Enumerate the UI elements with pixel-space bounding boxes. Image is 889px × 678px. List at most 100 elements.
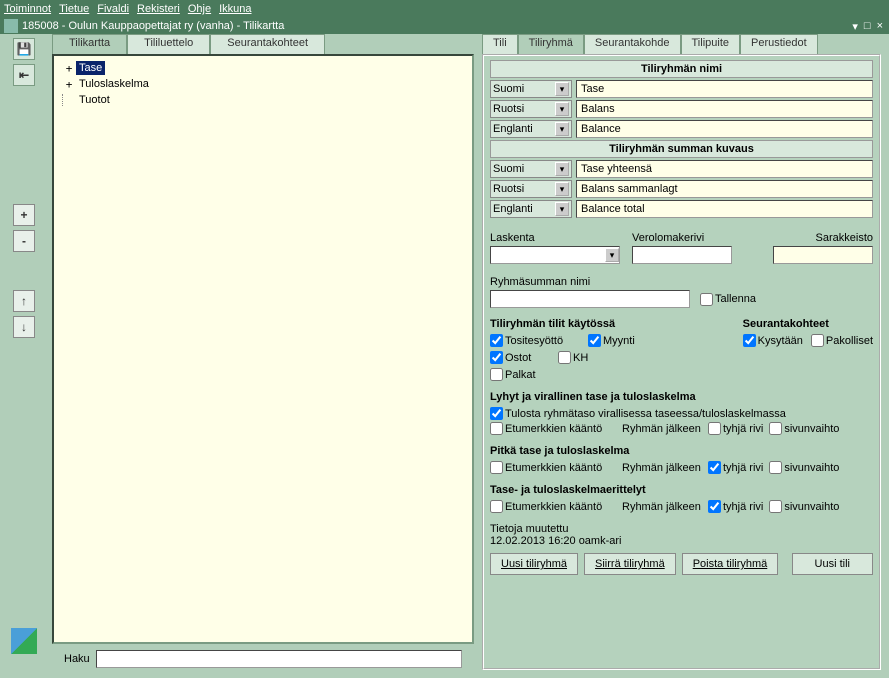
left-toolbar: 💾 ⇤ + - ↑ ↓ xyxy=(0,34,48,678)
tree-label: Tase xyxy=(76,61,105,75)
save-button[interactable]: 💾 xyxy=(13,38,35,60)
search-input[interactable] xyxy=(96,650,462,668)
tree-label: Tuotot xyxy=(76,93,113,107)
minimize-icon[interactable]: ▾ xyxy=(850,20,860,33)
siirra-tiliryhma-button[interactable]: Siirrä tiliryhmä xyxy=(584,553,676,575)
menu-bar: Toiminnot Tietue Fivaldi Rekisteri Ohje … xyxy=(0,0,889,18)
chk-ostot[interactable] xyxy=(490,351,503,364)
name-section-header: Tiliryhmän nimi xyxy=(490,60,873,78)
menu-ikkuna[interactable]: Ikkuna xyxy=(219,3,251,15)
ryhmasumma-input[interactable] xyxy=(490,290,690,308)
tab-tilipuite[interactable]: Tilipuite xyxy=(681,34,741,54)
title-bar: 185008 - Oulun Kauppaopettajat ry (vanha… xyxy=(0,18,889,34)
app-icon xyxy=(4,19,18,33)
sum-lang-ruotsi[interactable]: Ruotsi▾ xyxy=(490,180,572,198)
chevron-down-icon[interactable]: ▾ xyxy=(555,202,569,216)
poista-tiliryhma-button[interactable]: Poista tiliryhmä xyxy=(682,553,779,575)
tree-view[interactable]: + Tase + Tuloslaskelma Tuotot xyxy=(52,54,474,644)
tab-tililuettelo[interactable]: Tililuettelo xyxy=(127,34,210,54)
sum-lang-suomi[interactable]: Suomi▾ xyxy=(490,160,572,178)
sum-input-englanti[interactable]: Balance total xyxy=(576,200,873,218)
chk-tyhja-1[interactable] xyxy=(708,422,721,435)
chk-sivun-3[interactable] xyxy=(769,500,782,513)
uusi-tiliryhma-button[interactable]: Uusi tiliryhmä xyxy=(490,553,578,575)
sum-input-suomi[interactable]: Tase yhteensä xyxy=(576,160,873,178)
chk-palkat[interactable] xyxy=(490,368,503,381)
chk-etumerk-3[interactable] xyxy=(490,500,503,513)
maximize-icon[interactable]: □ xyxy=(862,20,873,33)
tab-seurantakohteet[interactable]: Seurantakohteet xyxy=(210,34,325,54)
chevron-down-icon[interactable]: ▾ xyxy=(555,82,569,96)
tab-seurantakohde[interactable]: Seurantakohde xyxy=(584,34,681,54)
name-input-englanti[interactable]: Balance xyxy=(576,120,873,138)
chk-sivun-2[interactable] xyxy=(769,461,782,474)
chevron-down-icon[interactable]: ▾ xyxy=(555,122,569,136)
tree-item-tase[interactable]: + Tase xyxy=(58,60,468,76)
tab-tiliryhma[interactable]: Tiliryhmä xyxy=(518,34,584,54)
expand-icon[interactable]: + xyxy=(62,62,76,75)
window-title: 185008 - Oulun Kauppaopettajat ry (vanha… xyxy=(22,20,284,32)
lang-select-englanti[interactable]: Englanti▾ xyxy=(490,120,572,138)
menu-toiminnot[interactable]: Toiminnot xyxy=(4,3,51,15)
sum-lang-englanti[interactable]: Englanti▾ xyxy=(490,200,572,218)
chk-tulosta-ryhmataso[interactable] xyxy=(490,407,503,420)
sarakkeisto-input[interactable] xyxy=(773,246,873,264)
chk-tositesyotto[interactable] xyxy=(490,334,503,347)
chk-etumerk-2[interactable] xyxy=(490,461,503,474)
timestamp: 12.02.2013 16:20 oamk-ari xyxy=(490,535,873,547)
chevron-down-icon[interactable]: ▾ xyxy=(605,248,619,262)
chevron-down-icon[interactable]: ▾ xyxy=(555,182,569,196)
chevron-down-icon[interactable]: ▾ xyxy=(555,102,569,116)
tree-item-tuloslaskelma[interactable]: + Tuloslaskelma xyxy=(58,76,468,92)
tab-tilikartta[interactable]: Tilikartta xyxy=(52,34,127,54)
verolomake-label: Verolomakerivi xyxy=(632,232,732,244)
tree-label: Tuloslaskelma xyxy=(76,77,152,91)
menu-ohje[interactable]: Ohje xyxy=(188,3,211,15)
pitka-header: Pitkä tase ja tuloslaskelma xyxy=(490,445,873,457)
chevron-down-icon[interactable]: ▾ xyxy=(555,162,569,176)
lang-select-suomi[interactable]: Suomi▾ xyxy=(490,80,572,98)
search-label: Haku xyxy=(64,653,90,665)
name-input-ruotsi[interactable]: Balans xyxy=(576,100,873,118)
expand-icon[interactable]: + xyxy=(62,78,76,91)
chk-kh[interactable] xyxy=(558,351,571,364)
lyhyt-header: Lyhyt ja virallinen tase ja tuloslaskelm… xyxy=(490,391,873,403)
sum-section-header: Tiliryhmän summan kuvaus xyxy=(490,140,873,158)
tallenna-checkbox[interactable] xyxy=(700,293,713,306)
tietoja-label: Tietoja muutettu xyxy=(490,523,873,535)
verolomake-input[interactable] xyxy=(632,246,732,264)
tab-tili[interactable]: Tili xyxy=(482,34,518,54)
tab-perustiedot[interactable]: Perustiedot xyxy=(740,34,818,54)
uusi-tili-button[interactable]: Uusi tili xyxy=(792,553,873,575)
chk-pakolliset[interactable] xyxy=(811,334,824,347)
chk-tyhja-3[interactable] xyxy=(708,500,721,513)
chk-kysytaan[interactable] xyxy=(743,334,756,347)
chk-etumerk-1[interactable] xyxy=(490,422,503,435)
sum-input-ruotsi[interactable]: Balans sammanlagt xyxy=(576,180,873,198)
plus-button[interactable]: + xyxy=(13,204,35,226)
ryhmasumma-label: Ryhmäsumman nimi xyxy=(490,276,590,288)
name-input-suomi[interactable]: Tase xyxy=(576,80,873,98)
chk-sivun-1[interactable] xyxy=(769,422,782,435)
down-button[interactable]: ↓ xyxy=(13,316,35,338)
seurantakohteet-header: Seurantakohteet xyxy=(743,318,873,330)
app-logo-icon xyxy=(11,628,37,654)
laskenta-label: Laskenta xyxy=(490,232,620,244)
minus-button[interactable]: - xyxy=(13,230,35,252)
up-button[interactable]: ↑ xyxy=(13,290,35,312)
back-button[interactable]: ⇤ xyxy=(13,64,35,86)
close-icon[interactable]: × xyxy=(875,20,885,33)
menu-rekisteri[interactable]: Rekisteri xyxy=(137,3,180,15)
right-panel: Tili Tiliryhmä Seurantakohde Tilipuite P… xyxy=(478,34,889,678)
erittely-header: Tase- ja tuloslaskelmaerittelyt xyxy=(490,484,873,496)
chk-tyhja-2[interactable] xyxy=(708,461,721,474)
chk-myynti[interactable] xyxy=(588,334,601,347)
jalkeen-label-2: Ryhmän jälkeen xyxy=(622,462,702,474)
sarakkeisto-label: Sarakkeisto xyxy=(773,232,873,244)
jalkeen-label-1: Ryhmän jälkeen xyxy=(622,423,702,435)
lang-select-ruotsi[interactable]: Ruotsi▾ xyxy=(490,100,572,118)
laskenta-select[interactable]: ▾ xyxy=(490,246,620,264)
menu-fivaldi[interactable]: Fivaldi xyxy=(97,3,129,15)
tree-item-tuotot[interactable]: Tuotot xyxy=(58,92,468,108)
menu-tietue[interactable]: Tietue xyxy=(59,3,89,15)
